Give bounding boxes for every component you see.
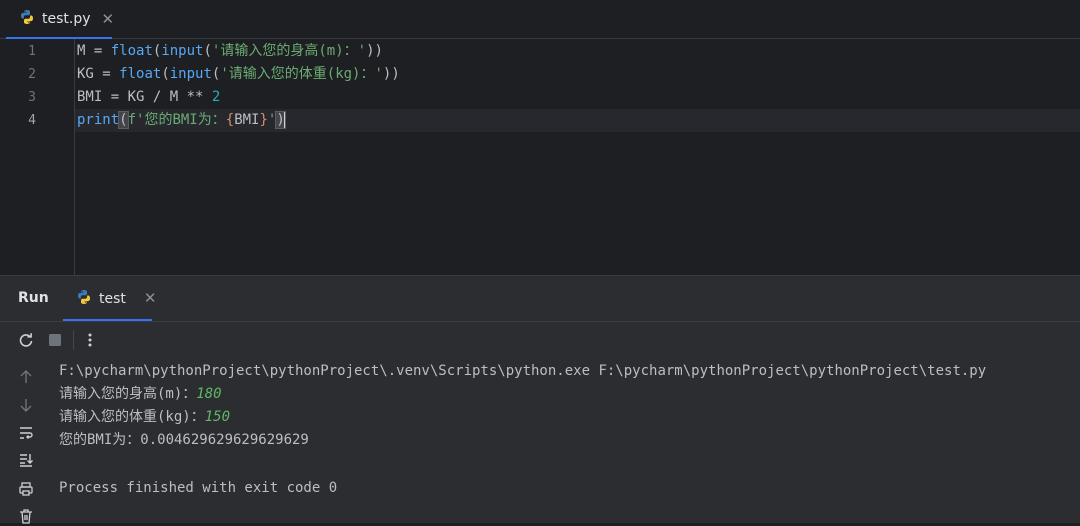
console-line-height: 请输入您的身高(m)：180 bbox=[59, 384, 222, 404]
code-token-function: input bbox=[169, 66, 212, 82]
console-side-toolbar bbox=[0, 358, 52, 526]
active-run-tab-indicator bbox=[63, 319, 152, 321]
stop-icon[interactable] bbox=[45, 330, 65, 350]
editor-tab-label: test.py bbox=[42, 11, 91, 27]
code-line-4[interactable]: print(f'您的BMI为：{BMI}') bbox=[77, 109, 286, 132]
line-number: 3 bbox=[28, 90, 36, 105]
code-token-paren: )) bbox=[366, 43, 383, 59]
text-caret bbox=[283, 112, 286, 128]
console-line-weight: 请输入您的体重(kg)：150 bbox=[59, 407, 230, 427]
code-line-1[interactable]: M = float(input('请输入您的身高(m)：')) bbox=[77, 40, 383, 63]
python-icon bbox=[19, 9, 35, 29]
code-token-expression: BMI bbox=[234, 112, 260, 128]
code-token-paren: )) bbox=[382, 66, 400, 82]
run-tab-test[interactable]: test ✕ bbox=[76, 276, 156, 321]
console-result-line: 您的BMI为：0.004629629629629629 bbox=[59, 432, 309, 448]
code-token-variable: KG bbox=[77, 66, 94, 82]
code-line-3[interactable]: BMI = KG / M ** 2 bbox=[77, 86, 220, 109]
code-token-function: print bbox=[77, 112, 120, 128]
run-tab-label: test bbox=[99, 290, 126, 307]
code-token-paren: ( bbox=[161, 66, 170, 82]
close-icon[interactable]: ✕ bbox=[102, 11, 115, 27]
code-token-fstring: f'您的BMI为： bbox=[127, 112, 226, 128]
console-user-input: 150 bbox=[204, 409, 231, 425]
line-number-gutter: 1 2 3 4 bbox=[0, 39, 74, 275]
line-number: 2 bbox=[28, 67, 36, 82]
python-icon bbox=[76, 289, 92, 309]
code-token-function: input bbox=[161, 43, 204, 59]
code-token-number: 2 bbox=[211, 89, 221, 105]
code-token-string: '请输入您的身高(m)：' bbox=[211, 43, 367, 59]
code-token-string: '请输入您的体重(kg)：' bbox=[220, 66, 383, 82]
trash-icon[interactable] bbox=[16, 506, 36, 526]
code-token-paren-matched: ( bbox=[118, 111, 129, 129]
code-token-expression: BMI = KG / M ** bbox=[77, 89, 212, 105]
console-user-input: 180 bbox=[196, 386, 222, 402]
print-icon[interactable] bbox=[16, 479, 36, 499]
gutter-divider bbox=[74, 39, 75, 275]
run-panel-header: Run test ✕ bbox=[0, 276, 1080, 322]
code-token-paren: ( bbox=[203, 43, 212, 59]
code-line-2[interactable]: KG = float(input('请输入您的体重(kg)：')) bbox=[77, 63, 400, 86]
console-output[interactable]: F:\pycharm\pythonProject\pythonProject\.… bbox=[52, 358, 1080, 523]
toolbar-separator bbox=[73, 330, 74, 350]
console-prompt: 请输入您的体重(kg)： bbox=[59, 409, 205, 425]
scroll-to-end-icon[interactable] bbox=[16, 450, 36, 470]
console-command-line: F:\pycharm\pythonProject\pythonProject\.… bbox=[59, 363, 987, 379]
editor-tab-bar: test.py ✕ bbox=[0, 0, 1080, 39]
code-token-operator: = bbox=[85, 43, 111, 59]
line-number: 1 bbox=[28, 44, 36, 59]
line-number-active: 4 bbox=[28, 113, 36, 128]
run-toolbar bbox=[0, 322, 1080, 358]
more-vertical-icon[interactable] bbox=[80, 330, 100, 350]
arrow-down-icon[interactable] bbox=[16, 395, 36, 415]
rerun-icon[interactable] bbox=[16, 330, 36, 350]
arrow-up-icon[interactable] bbox=[16, 367, 36, 387]
run-panel-title: Run bbox=[18, 290, 49, 306]
code-token-operator: = bbox=[93, 66, 120, 82]
code-token-function: float bbox=[110, 43, 153, 59]
code-token-brace: } bbox=[259, 112, 268, 128]
close-icon[interactable]: ✕ bbox=[144, 291, 157, 306]
code-editor[interactable]: 1 2 3 4 M = float(input('请输入您的身高(m)：')) … bbox=[0, 39, 1080, 275]
code-token-brace: { bbox=[225, 112, 235, 128]
soft-wrap-icon[interactable] bbox=[16, 423, 36, 443]
code-token-function: float bbox=[119, 66, 162, 82]
console-exit-message: Process finished with exit code 0 bbox=[59, 480, 338, 496]
editor-tab-test-py[interactable]: test.py ✕ bbox=[6, 0, 115, 38]
console-prompt: 请输入您的身高(m)： bbox=[59, 386, 197, 402]
